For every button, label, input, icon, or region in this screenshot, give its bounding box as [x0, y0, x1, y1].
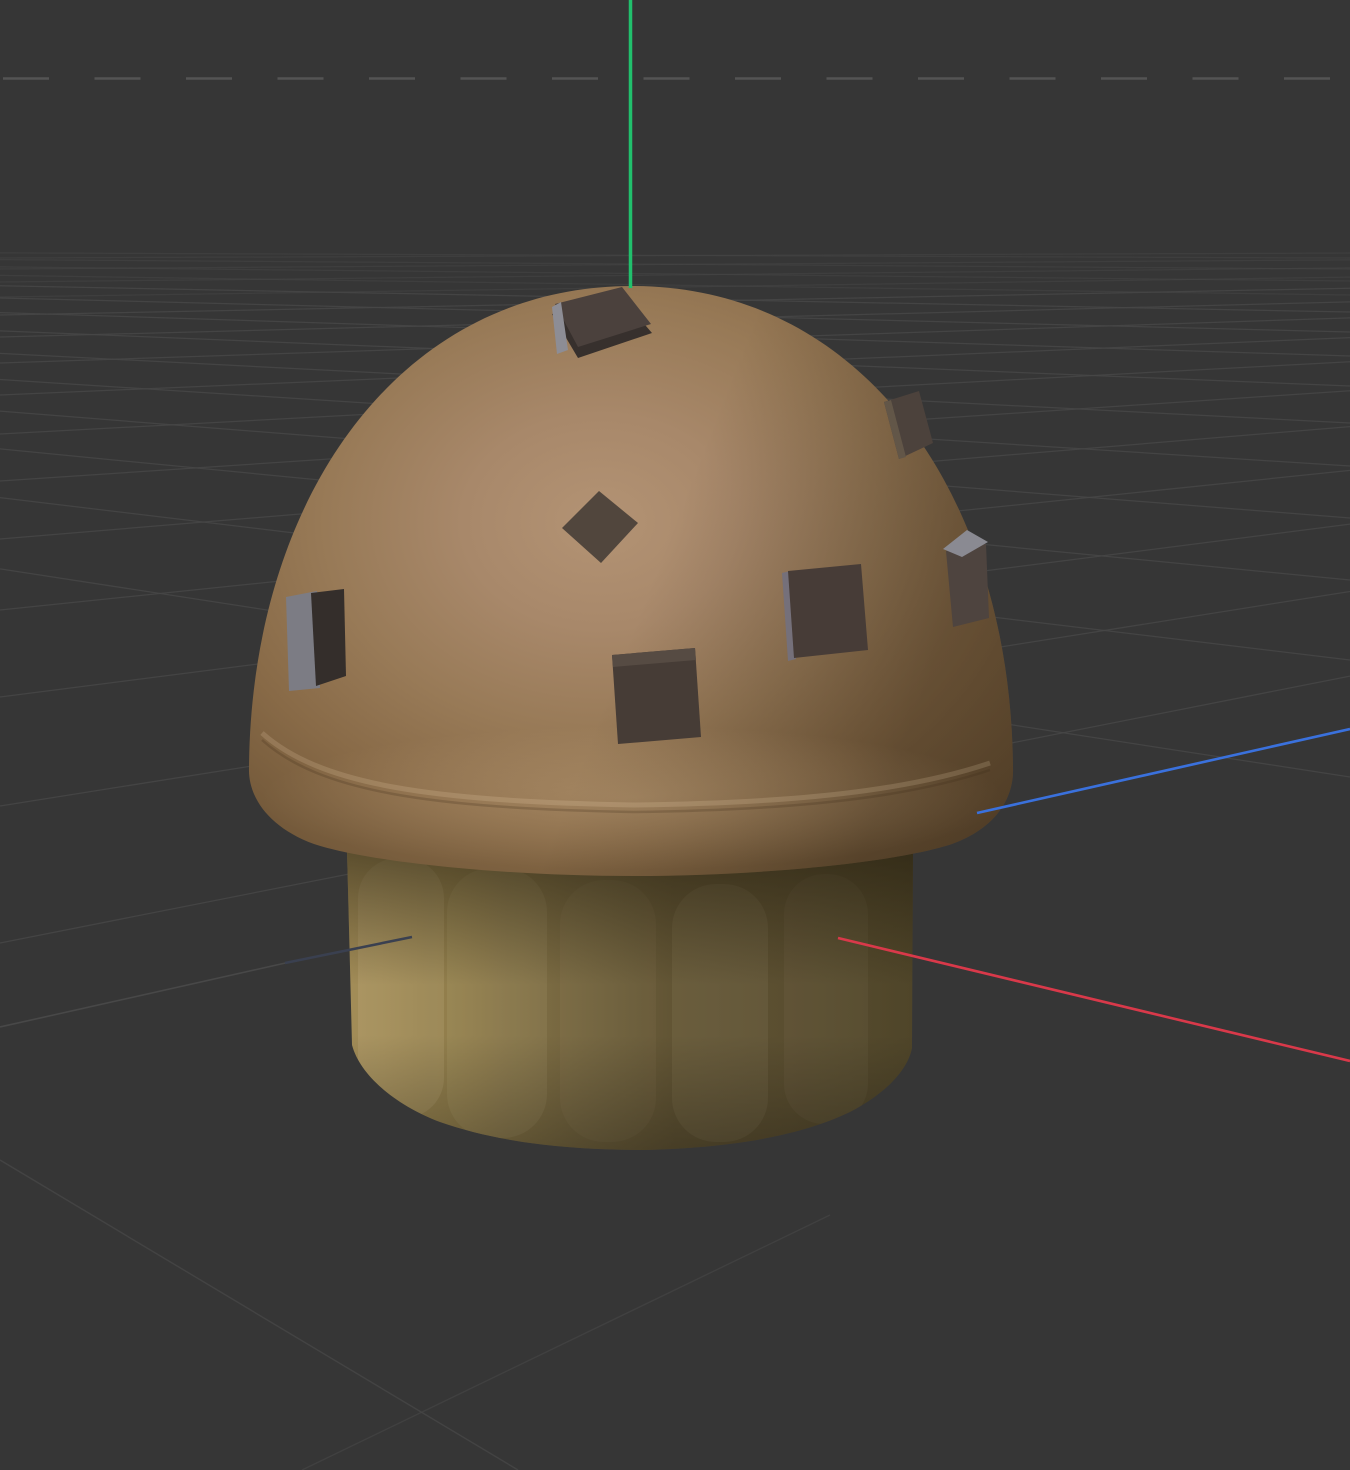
axis-x-red	[838, 938, 1350, 1061]
chip-left-cube-dark-face[interactable]	[311, 589, 346, 686]
viewport-canvas[interactable]	[0, 0, 1350, 1470]
cup-bottom-shade	[340, 1000, 920, 1160]
axis-z-blue	[977, 729, 1350, 813]
grid-line-near-right	[302, 1215, 830, 1470]
rim-highlight	[260, 726, 1004, 870]
grid-line-near-left	[0, 1160, 518, 1470]
grid-line-z-axis-far	[0, 962, 290, 1027]
3d-viewport[interactable]	[0, 0, 1350, 1470]
chip-right-square[interactable]	[788, 564, 868, 658]
chip-right-cube-front[interactable]	[946, 544, 989, 627]
